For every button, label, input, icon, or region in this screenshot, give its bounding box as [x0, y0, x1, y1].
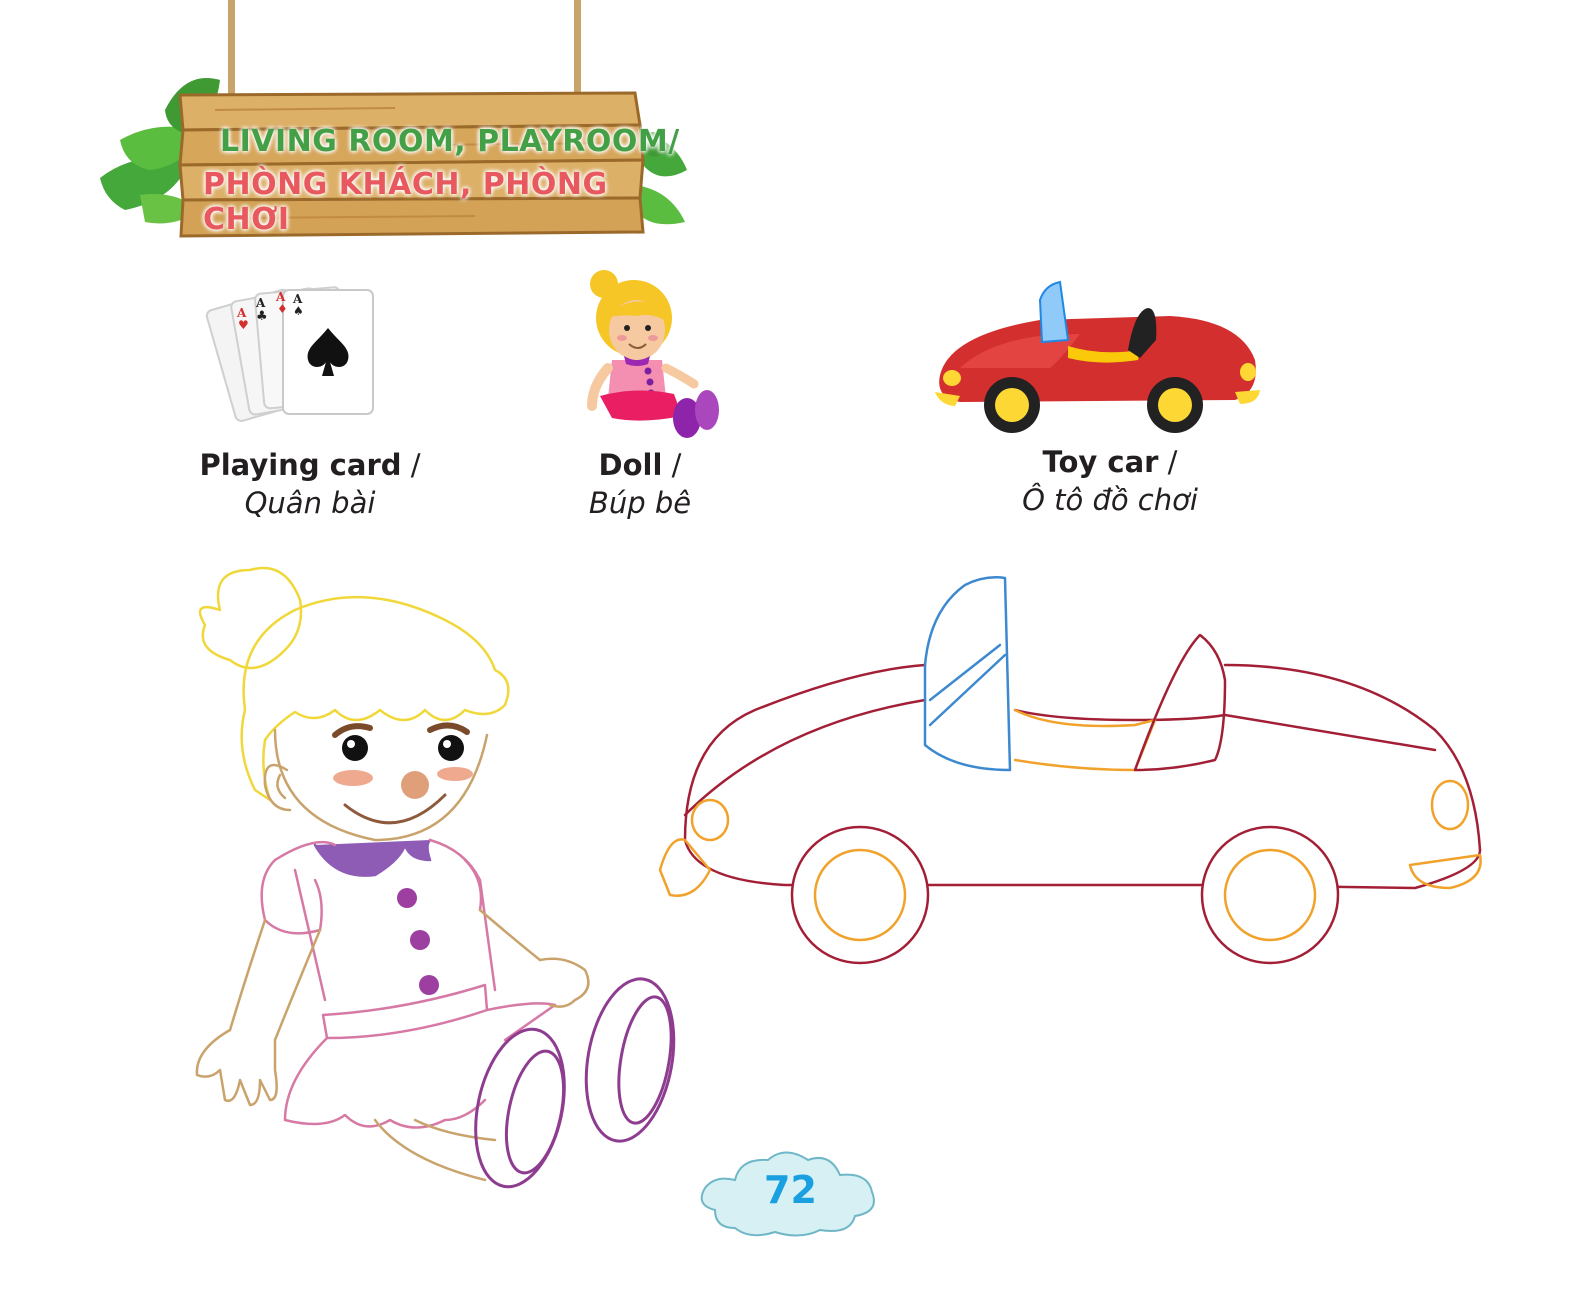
- word-english: Doll: [598, 448, 663, 482]
- playing-cards-icon: A ♥ A ♣ A ♦ A ♠: [205, 282, 385, 427]
- rope-right: [574, 0, 581, 100]
- word-english: Toy car: [1042, 445, 1159, 479]
- sign-title-vietnamese: PHÒNG KHÁCH, PHÒNG CHƠI: [203, 167, 608, 237]
- title-sign: LIVING ROOM, PLAYROOM/ PHÒNG KHÁCH, PHÒN…: [95, 0, 695, 245]
- word-vietnamese: Quân bài: [244, 486, 376, 520]
- doll-icon: [582, 268, 732, 443]
- doll-outline-drawing: [175, 560, 695, 1200]
- word-vietnamese: Ô tô đồ chơi: [1022, 483, 1198, 517]
- card-suit-diamond-icon: ♦: [277, 302, 288, 316]
- word-slash: /: [401, 448, 421, 482]
- card-suit-club-icon: ♣: [256, 309, 268, 324]
- sign-title-english: LIVING ROOM, PLAYROOM/: [220, 124, 680, 159]
- card-suit-heart-icon: ♥: [238, 318, 249, 332]
- toy-car-icon: [930, 280, 1265, 440]
- toy-car-outline-drawing: [655, 570, 1495, 980]
- word-vietnamese: Búp bê: [588, 486, 692, 520]
- word-english: Playing card: [199, 448, 402, 482]
- page-number-cloud: 72: [690, 1140, 880, 1240]
- card-rank-2: A: [256, 296, 266, 310]
- page-number: 72: [764, 1168, 817, 1212]
- word-label-toy-car: Toy car / Ô tô đồ chơi: [960, 445, 1260, 517]
- card-suit-spade-icon: ♠: [293, 304, 304, 318]
- rope-left: [228, 0, 235, 100]
- word-slash: /: [1158, 445, 1178, 479]
- word-slash: /: [662, 448, 682, 482]
- word-label-playing-card: Playing card / Quân bài: [160, 448, 460, 520]
- word-label-doll: Doll / Búp bê: [540, 448, 740, 520]
